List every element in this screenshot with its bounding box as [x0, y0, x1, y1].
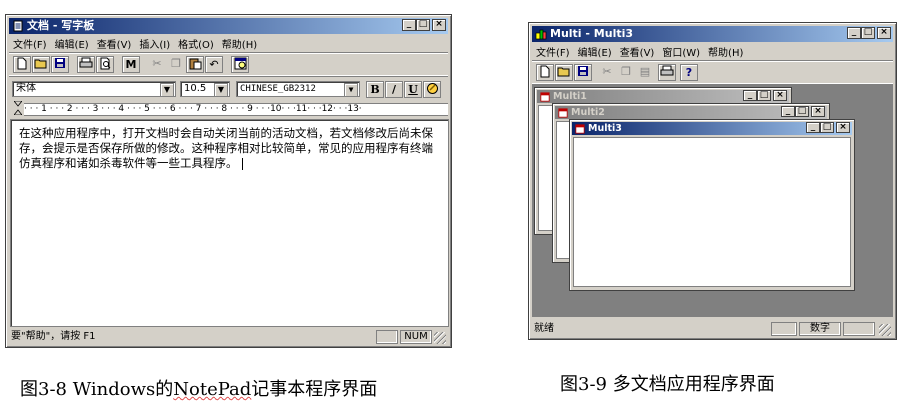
status-empty-panel — [771, 322, 797, 336]
document-text: 在这种应用程序中，打开文档时会自动关闭当前的活动文档，若文档修改后尚未保存，会提… — [19, 126, 433, 170]
menu-view[interactable]: 查看(V) — [616, 44, 659, 59]
maximize-button[interactable]: □ — [795, 106, 809, 117]
status-text: 要"帮助"，请按 F1 — [11, 331, 96, 342]
document-icon — [575, 123, 585, 134]
open-icon[interactable] — [555, 64, 573, 81]
minimize-button[interactable]: _ — [402, 19, 416, 31]
caption-figure-3-8: 图3-8 Windows的NotePad记事本程序界面 — [20, 379, 378, 400]
status-text: 就绪 — [534, 323, 554, 334]
close-button[interactable]: × — [432, 19, 446, 31]
wordpad-titlebar[interactable]: 文档 - 写字板 _ □ × — [9, 18, 448, 34]
child-titlebar[interactable]: Multi1 _ □ × — [537, 90, 789, 103]
chevron-down-icon: ▼ — [344, 83, 358, 96]
font-name-select[interactable]: 宋体 ▼ — [12, 81, 176, 97]
status-empty-panel — [376, 330, 398, 344]
maximize-button[interactable]: □ — [757, 90, 771, 101]
mdi-client-area: Multi1 _ □ × Multi2 _ □ × Multi3 _ □ × — [532, 85, 893, 317]
bold-button[interactable]: B — [366, 81, 384, 98]
resize-grip[interactable] — [879, 324, 891, 336]
multi-title: Multi - Multi3 — [550, 27, 634, 40]
print-icon[interactable] — [658, 64, 676, 81]
wordpad-window: 文档 - 写字板 _ □ × 文件(F) 编辑(E) 查看(V) 插入(I) 格… — [5, 14, 452, 348]
minimize-button[interactable]: _ — [743, 90, 757, 101]
minimize-button[interactable]: _ — [781, 106, 795, 117]
status-empty-panel — [843, 322, 875, 336]
menu-insert[interactable]: 插入(I) — [135, 36, 174, 51]
menu-edit[interactable]: 编辑(E) — [574, 44, 616, 59]
color-icon[interactable] — [423, 81, 441, 98]
undo-icon[interactable]: ↶ — [205, 56, 223, 73]
menu-window[interactable]: 窗口(W) — [658, 44, 704, 59]
font-size-select[interactable]: 10.5 ▼ — [180, 81, 230, 97]
menu-view[interactable]: 查看(V) — [93, 36, 136, 51]
script-select[interactable]: CHINESE_GB2312 ▼ — [236, 81, 360, 97]
multi-toolbar: ✂ ❐ ▤ ? — [532, 60, 893, 84]
ruler-indent-marker[interactable] — [13, 100, 23, 116]
multi-menubar: 文件(F) 编辑(E) 查看(V) 窗口(W) 帮助(H) — [532, 43, 893, 59]
menu-file[interactable]: 文件(F) — [532, 44, 574, 59]
close-button[interactable]: × — [773, 90, 787, 101]
copy-icon[interactable]: ❐ — [617, 64, 635, 81]
wordpad-statusbar: 要"帮助"，请按 F1 NUM — [9, 328, 448, 346]
child-window-multi3[interactable]: Multi3 _ □ × — [569, 119, 855, 291]
child-titlebar[interactable]: Multi2 _ □ × — [555, 106, 827, 119]
ruler: · · · 1 · · · 2 · · · 3 · · · 4 · · · 5 … — [24, 103, 448, 116]
document-icon — [13, 20, 23, 32]
caption-figure-3-9: 图3-9 多文档应用程序界面 — [560, 374, 775, 395]
menu-file[interactable]: 文件(F) — [9, 36, 51, 51]
copy-icon[interactable]: ❐ — [167, 56, 185, 73]
status-num-panel: NUM — [400, 330, 432, 344]
cut-icon[interactable]: ✂ — [598, 64, 616, 81]
close-button[interactable]: × — [811, 106, 825, 117]
document-icon — [540, 91, 550, 102]
multi-titlebar[interactable]: Multi - Multi3 _ □ × — [532, 26, 893, 42]
document-icon — [558, 107, 568, 118]
child-titlebar[interactable]: Multi3 _ □ × — [572, 122, 852, 135]
new-icon[interactable] — [536, 64, 554, 81]
status-num-panel: 数字 — [799, 322, 841, 336]
child-client[interactable] — [573, 137, 851, 287]
chevron-down-icon: ▼ — [214, 83, 228, 96]
open-icon[interactable] — [32, 56, 50, 73]
wordpad-toolbar: M ✂ ❐ ↶ — [9, 52, 448, 76]
app-icon — [535, 29, 547, 40]
wordpad-menubar: 文件(F) 编辑(E) 查看(V) 插入(I) 格式(O) 帮助(H) — [9, 35, 448, 51]
maximize-button[interactable]: □ — [820, 122, 834, 133]
text-caret — [241, 157, 243, 170]
italic-button[interactable]: / — [385, 81, 403, 98]
chevron-down-icon: ▼ — [160, 83, 174, 96]
close-button[interactable]: × — [877, 27, 891, 39]
maximize-button[interactable]: □ — [416, 19, 430, 31]
menu-help[interactable]: 帮助(H) — [704, 44, 747, 59]
new-icon[interactable] — [13, 56, 31, 73]
paste-icon[interactable]: ▤ — [636, 64, 654, 81]
document-editor[interactable]: 在这种应用程序中，打开文档时会自动关闭当前的活动文档，若文档修改后尚未保存，会提… — [10, 119, 449, 327]
multi-statusbar: 就绪 数字 — [532, 320, 893, 338]
minimize-button[interactable]: _ — [847, 27, 861, 39]
insert-datetime-icon[interactable] — [231, 56, 249, 73]
resize-grip[interactable] — [434, 332, 446, 344]
maximize-button[interactable]: □ — [861, 27, 875, 39]
about-icon[interactable]: ? — [680, 64, 698, 81]
paste-icon[interactable] — [186, 56, 204, 73]
save-icon[interactable] — [51, 56, 69, 73]
menu-help[interactable]: 帮助(H) — [218, 36, 261, 51]
save-icon[interactable] — [574, 64, 592, 81]
underline-button[interactable]: U — [404, 81, 422, 98]
menu-edit[interactable]: 编辑(E) — [51, 36, 93, 51]
print-preview-icon[interactable] — [96, 56, 114, 73]
print-icon[interactable] — [77, 56, 95, 73]
close-button[interactable]: × — [836, 122, 850, 133]
minimize-button[interactable]: _ — [806, 122, 820, 133]
multi-window: Multi - Multi3 _ □ × 文件(F) 编辑(E) 查看(V) 窗… — [528, 22, 897, 340]
wordpad-title: 文档 - 写字板 — [27, 19, 95, 32]
menu-format[interactable]: 格式(O) — [174, 36, 218, 51]
cut-icon[interactable]: ✂ — [148, 56, 166, 73]
find-icon[interactable]: M — [122, 56, 140, 73]
